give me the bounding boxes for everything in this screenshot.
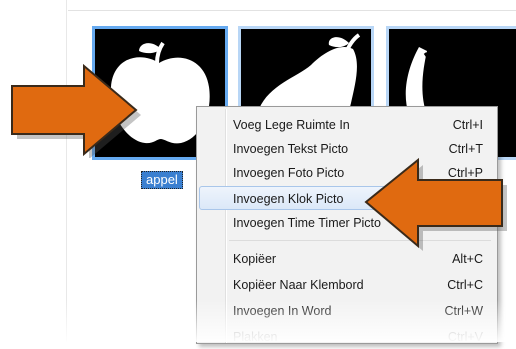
- arrow-left-icon: [364, 157, 507, 251]
- menu-item-paste[interactable]: Plakken Ctrl+V: [199, 325, 493, 349]
- menu-item-insert-in-word[interactable]: Invoegen In Word Ctrl+W: [199, 299, 493, 323]
- tile-label-apple[interactable]: appel: [141, 171, 183, 189]
- panel-left-border: [66, 0, 67, 342]
- arrow-right-icon: [11, 63, 141, 158]
- menu-item-insert-empty-space[interactable]: Voeg Lege Ruimte In Ctrl+I: [199, 113, 493, 137]
- panel-top-border: [68, 0, 516, 11]
- menu-item-copy-to-clipboard[interactable]: Kopiëer Naar Klembord Ctrl+C: [199, 273, 493, 297]
